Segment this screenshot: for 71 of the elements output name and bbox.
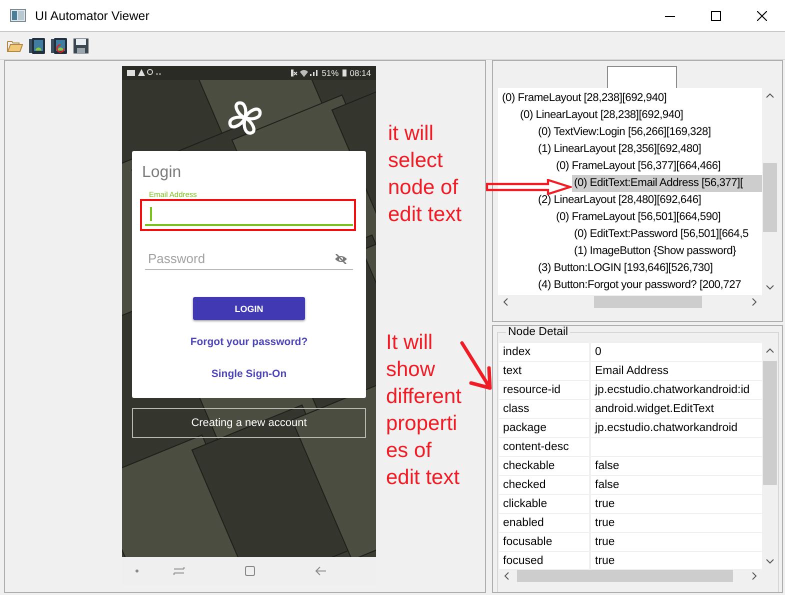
property-name: index xyxy=(502,346,530,358)
property-name: package xyxy=(502,422,546,434)
app-logo-icon xyxy=(227,100,263,136)
save-icon[interactable] xyxy=(73,38,89,54)
property-value: true xyxy=(594,498,615,510)
scroll-right-icon[interactable] xyxy=(752,298,757,306)
scroll-left-icon[interactable] xyxy=(504,572,509,580)
property-name: checked xyxy=(502,479,546,491)
app-icon xyxy=(10,9,26,22)
panel-title: Node Detail xyxy=(506,326,570,338)
property-name: enabled xyxy=(502,517,544,529)
tree-node[interactable]: (0) FrameLayout [56,501][664,590] xyxy=(554,209,723,226)
property-value: true xyxy=(594,536,615,548)
tree-node[interactable]: (1) ImageButton {Show password} xyxy=(572,243,738,260)
property-name: resource-id xyxy=(502,384,561,396)
tree-node[interactable]: (0) FrameLayout [56,377][664,466] xyxy=(554,158,723,175)
scroll-up-icon[interactable] xyxy=(766,348,774,353)
property-name: content-desc xyxy=(502,441,569,453)
property-value: 0 xyxy=(594,346,602,358)
card-title: Login xyxy=(142,164,182,182)
tree-node[interactable]: (0) TextView:Login [56,266][169,328] xyxy=(536,124,713,141)
create-account-button[interactable]: Creating a new account xyxy=(132,408,366,438)
tree-node[interactable]: (4) Button:Forgot your password? [200,727 xyxy=(536,277,744,294)
home-icon[interactable] xyxy=(245,566,255,576)
property-value: Email Address xyxy=(594,365,669,377)
device-screenshot-icon[interactable] xyxy=(51,38,67,54)
horizontal-scrollbar[interactable] xyxy=(499,569,762,583)
text-cursor xyxy=(150,207,152,221)
status-time: 08:14 xyxy=(350,68,371,78)
back-icon[interactable] xyxy=(315,566,327,576)
tree-node[interactable]: (3) Button:LOGIN [193,646][526,730] xyxy=(536,260,715,277)
tree-node[interactable]: (2) LinearLayout [28,480][692,646] xyxy=(536,192,704,209)
signal-icons-drawing xyxy=(290,69,319,77)
close-icon[interactable] xyxy=(757,10,767,20)
battery-percent: 51% xyxy=(322,68,339,78)
login-button[interactable]: LOGIN xyxy=(193,297,305,320)
link[interactable]: Forgot your password? xyxy=(190,335,308,349)
property-name: class xyxy=(502,403,530,415)
link[interactable]: Single Sign-On xyxy=(211,367,287,381)
property-value: android.widget.EditText xyxy=(594,403,714,415)
scroll-down-icon[interactable] xyxy=(766,559,774,564)
annotation-text: It will show different properti es of edit text xyxy=(386,330,462,491)
property-value: jp.ecstudio.chatworkandroid:id xyxy=(594,384,750,396)
password-field[interactable]: Password xyxy=(145,247,353,270)
tree-node[interactable]: (0) LinearLayout [28,238][692,940] xyxy=(518,107,686,124)
property-value: true xyxy=(594,517,615,529)
scroll-down-icon[interactable] xyxy=(766,285,774,290)
property-name: checkable xyxy=(502,460,555,472)
annotation-text: it will select node of edit text xyxy=(388,121,462,228)
tree-node[interactable]: (0) EditText:Password [56,501][664,5 xyxy=(572,226,750,243)
open-folder-icon[interactable] xyxy=(7,39,23,52)
property-name: focused xyxy=(502,555,544,567)
scroll-right-icon[interactable] xyxy=(752,572,757,580)
property-value: jp.ecstudio.chatworkandroid xyxy=(594,422,738,434)
tree-node[interactable]: (1) LinearLayout [28,356][692,480] xyxy=(536,141,704,158)
battery-icon xyxy=(342,69,347,77)
recent-apps-icon[interactable] xyxy=(173,566,185,576)
device-screenshot-icon[interactable] xyxy=(29,38,45,54)
property-name: text xyxy=(502,365,522,377)
tree-node[interactable]: (0) EditText:Email Address [56,377][ xyxy=(572,175,762,192)
window-title: UI Automator Viewer xyxy=(35,8,150,22)
property-name: focusable xyxy=(502,536,552,548)
property-value: false xyxy=(594,460,620,472)
hidden-eye-icon[interactable] xyxy=(334,254,348,264)
property-name: clickable xyxy=(502,498,548,510)
property-value: false xyxy=(594,479,620,491)
scroll-up-icon[interactable] xyxy=(766,93,774,98)
property-value: true xyxy=(594,555,615,567)
maximize-icon[interactable] xyxy=(711,10,721,20)
tree-node[interactable]: (0) FrameLayout [28,238][692,940] xyxy=(500,90,669,107)
scroll-left-icon[interactable] xyxy=(503,298,508,306)
